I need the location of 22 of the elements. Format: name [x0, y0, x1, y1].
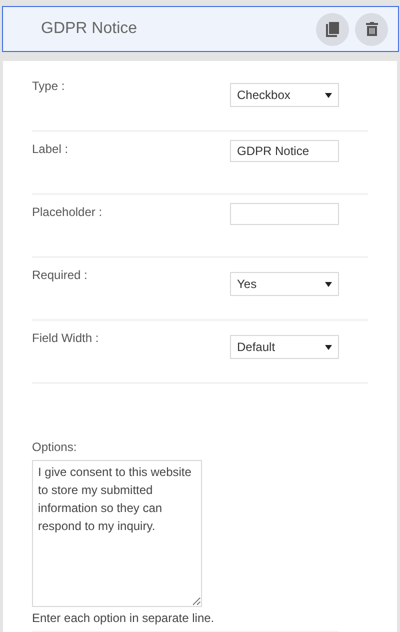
- caret-icon: [325, 282, 332, 286]
- dropdown[interactable]: Yes: [230, 272, 339, 296]
- trash-icon: [366, 22, 378, 36]
- field-label: Placeholder :: [32, 205, 102, 219]
- field-header[interactable]: GDPR Notice: [2, 6, 399, 52]
- field-label: Label :: [32, 142, 68, 156]
- dropdown[interactable]: Default: [230, 335, 339, 359]
- delete-button[interactable]: [355, 12, 388, 46]
- caret-icon: [325, 92, 332, 98]
- options-label: Options:: [32, 440, 78, 454]
- copy-button[interactable]: [316, 12, 349, 46]
- copy-icon: [326, 22, 339, 36]
- field-label: Type :: [32, 79, 65, 93]
- field-title: GDPR Notice: [41, 20, 138, 38]
- options-hint: Enter each option in separate line.: [32, 611, 339, 632]
- field-label: Field Width :: [32, 331, 99, 345]
- field-label: Required :: [32, 268, 88, 282]
- input-field[interactable]: [230, 203, 339, 225]
- input-field[interactable]: GDPR Notice: [230, 140, 339, 162]
- options-textarea[interactable]: I give consent to this website to store my submitted information so they can respond to my inquiry.: [32, 460, 202, 607]
- caret-icon: [325, 344, 332, 350]
- dropdown[interactable]: Checkbox: [230, 83, 339, 107]
